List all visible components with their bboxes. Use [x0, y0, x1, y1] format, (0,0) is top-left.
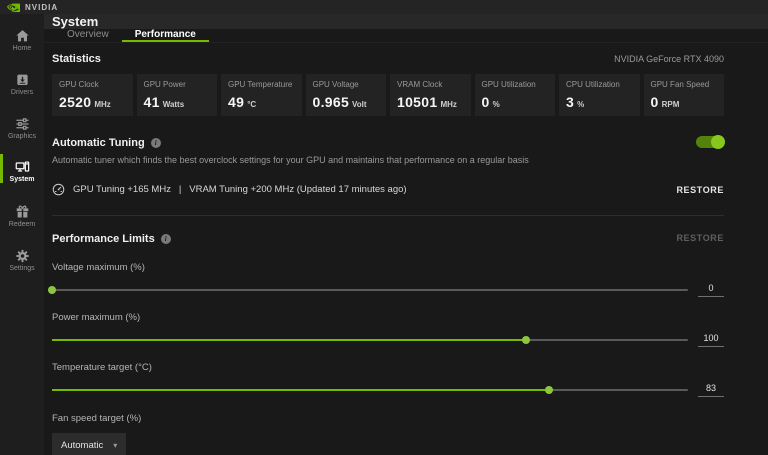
window-titlebar: NVIDIA — [0, 0, 768, 14]
temperature-target-slider[interactable] — [52, 389, 688, 391]
app-brand: NVIDIA — [25, 3, 58, 12]
sidebar-item-label: Drivers — [11, 89, 33, 96]
tab-overview[interactable]: Overview — [54, 29, 122, 42]
nvidia-logo-icon — [7, 3, 20, 12]
sidebar-item-label: Settings — [9, 265, 34, 272]
sidebar-item-home[interactable]: Home — [0, 21, 44, 57]
stat-card-gpu-voltage: GPU Voltage 0.965Volt — [306, 74, 387, 116]
statistics-title: Statistics — [52, 53, 101, 65]
stat-card-gpu-fan-speed: GPU Fan Speed 0RPM — [644, 74, 725, 116]
fan-speed-dropdown[interactable]: Automatic ▾ — [52, 433, 126, 455]
automatic-tuning-restore-button[interactable]: RESTORE — [676, 185, 724, 195]
tuning-status-text: GPU Tuning +165 MHz | VRAM Tuning +200 M… — [73, 184, 407, 195]
sidebar-item-settings[interactable]: Settings — [0, 241, 44, 277]
slider-knob[interactable] — [522, 336, 530, 344]
home-icon — [15, 29, 30, 43]
section-divider — [52, 215, 724, 216]
voltage-maximum-slider[interactable] — [52, 289, 688, 291]
performance-limits-section: Performance Limits i RESTORE Voltage maxi… — [52, 229, 724, 455]
sidebar-item-label: System — [10, 176, 35, 183]
fan-speed-target-label: Fan speed target (%) — [52, 413, 724, 424]
slider-fill — [52, 389, 549, 391]
temperature-target-label: Temperature target (°C) — [52, 362, 724, 373]
tab-bar: Overview Performance — [44, 29, 768, 43]
stat-card-gpu-power: GPU Power 41Watts — [137, 74, 218, 116]
tab-performance[interactable]: Performance — [122, 29, 209, 42]
automatic-tuning-toggle[interactable] — [696, 136, 724, 148]
sidebar-item-label: Home — [13, 45, 32, 52]
gauge-icon — [52, 183, 65, 196]
page-title: System — [52, 14, 98, 29]
system-icon — [15, 160, 30, 174]
performance-limits-title: Performance Limits — [52, 233, 155, 245]
page-content: Statistics NVIDIA GeForce RTX 4090 GPU C… — [44, 43, 768, 455]
power-maximum-slider[interactable] — [52, 339, 688, 341]
sidebar: Home Drivers Graphics — [0, 14, 44, 455]
stat-card-gpu-clock: GPU Clock 2520MHz — [52, 74, 133, 116]
stat-card-vram-clock: VRAM Clock 10501MHz — [390, 74, 471, 116]
stat-card-gpu-temperature: GPU Temperature 49°C — [221, 74, 302, 116]
sidebar-item-graphics[interactable]: Graphics — [0, 109, 44, 145]
slider-knob[interactable] — [48, 286, 56, 294]
temperature-target-group: Temperature target (°C) 83 — [52, 362, 724, 397]
fan-speed-target-group: Fan speed target (%) Automatic ▾ — [52, 413, 724, 455]
sidebar-item-label: Redeem — [9, 221, 35, 228]
stat-card-cpu-utilization: CPU Utilization 3% — [559, 74, 640, 116]
voltage-maximum-value[interactable]: 0 — [698, 283, 724, 297]
gear-icon — [15, 249, 30, 263]
automatic-tuning-title: Automatic Tuning — [52, 137, 145, 149]
stat-card-gpu-utilization: GPU Utilization 0% — [475, 74, 556, 116]
chevron-down-icon: ▾ — [113, 441, 117, 450]
sidebar-item-label: Graphics — [8, 133, 36, 140]
gift-icon — [15, 205, 30, 219]
fan-speed-selected-value: Automatic — [61, 440, 103, 451]
power-maximum-value[interactable]: 100 — [698, 333, 724, 347]
automatic-tuning-section: Automatic Tuning i Automatic tuner which … — [52, 133, 724, 216]
slider-fill — [52, 339, 526, 341]
performance-limits-restore-button[interactable]: RESTORE — [676, 233, 724, 243]
power-maximum-label: Power maximum (%) — [52, 312, 724, 323]
temperature-target-value[interactable]: 83 — [698, 383, 724, 397]
slider-knob[interactable] — [545, 386, 553, 394]
power-maximum-group: Power maximum (%) 100 — [52, 312, 724, 347]
voltage-maximum-label: Voltage maximum (%) — [52, 262, 724, 273]
info-icon[interactable]: i — [151, 138, 161, 148]
gpu-name: NVIDIA GeForce RTX 4090 — [614, 54, 724, 64]
drivers-icon — [15, 73, 30, 87]
sidebar-item-drivers[interactable]: Drivers — [0, 65, 44, 101]
main-panel: System Overview Performance Statistics N… — [44, 14, 768, 455]
graphics-icon — [15, 117, 30, 131]
page-header: System — [44, 14, 768, 29]
voltage-maximum-group: Voltage maximum (%) 0 — [52, 262, 724, 297]
statistics-cards: GPU Clock 2520MHz GPU Power 41Watts GPU … — [52, 74, 724, 116]
info-icon[interactable]: i — [161, 234, 171, 244]
sidebar-item-redeem[interactable]: Redeem — [0, 197, 44, 233]
toggle-knob — [711, 135, 725, 149]
sidebar-item-system[interactable]: System — [0, 153, 44, 189]
automatic-tuning-description: Automatic tuner which finds the best ove… — [52, 155, 724, 165]
